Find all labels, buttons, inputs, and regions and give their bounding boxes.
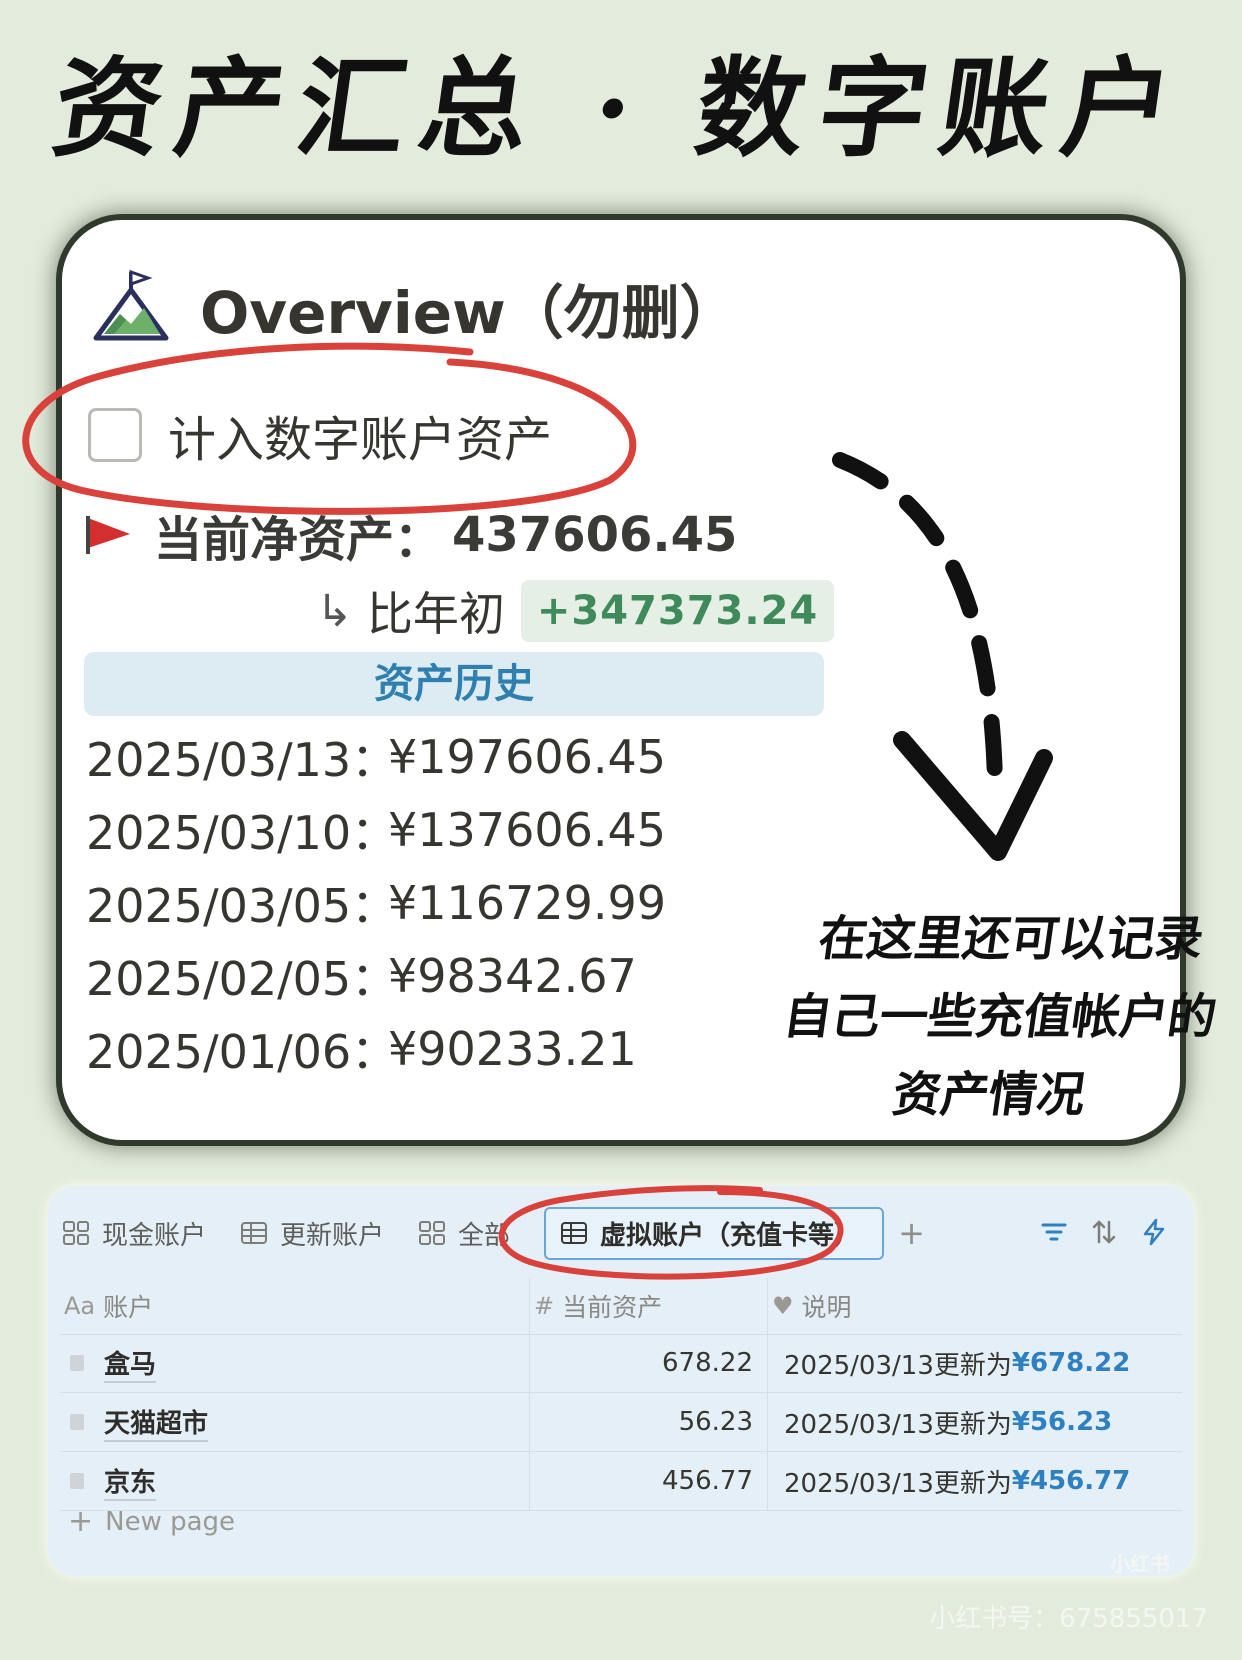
new-page-label: New page xyxy=(105,1506,236,1537)
red-flag-icon xyxy=(86,516,130,554)
table-body: 盒马 678.22 2025/03/13更新为 ¥678.22 天猫超市 56.… xyxy=(60,1334,1182,1511)
watermark-id: 小红书号：675855017 xyxy=(929,1604,1208,1634)
red-highlight-circle xyxy=(498,1185,844,1280)
page-icon xyxy=(70,1355,84,1371)
page-icon xyxy=(70,1473,84,1489)
note-line: 自己一些充值帐户的 xyxy=(780,989,1220,1045)
heart-icon: ♥ xyxy=(772,1292,794,1320)
history-row: 2025/02/05： ¥98342.67 xyxy=(86,939,666,1012)
note-line: 资产情况 xyxy=(889,1067,1089,1123)
automation-bolt-icon[interactable] xyxy=(1140,1218,1168,1246)
history-amount: ¥90233.21 xyxy=(388,1021,637,1076)
account-name[interactable]: 天猫超市 xyxy=(104,1403,209,1442)
cell-account[interactable]: 盒马 xyxy=(60,1334,530,1392)
cell-notes[interactable]: 2025/03/13更新为 ¥678.22 xyxy=(768,1334,1182,1392)
compare-label: 比年初 xyxy=(366,587,505,641)
add-view-button[interactable]: + xyxy=(898,1214,925,1252)
column-label: 说明 xyxy=(801,1293,852,1322)
table-row[interactable]: 盒马 678.22 2025/03/13更新为 ¥678.22 xyxy=(60,1334,1182,1393)
table-icon xyxy=(241,1222,268,1244)
year-start-compare-row: ↳ 比年初 +347373.24 xyxy=(316,578,835,644)
history-amount: ¥98342.67 xyxy=(388,948,637,1003)
watermark-logo: 小红书 xyxy=(1110,1552,1170,1576)
cell-current-assets[interactable]: 56.23 xyxy=(530,1393,768,1451)
cell-current-assets[interactable]: 456.77 xyxy=(530,1452,768,1510)
plus-icon: + xyxy=(68,1504,94,1539)
red-highlight-circle xyxy=(22,342,637,515)
table-row[interactable]: 京东 456.77 2025/03/13更新为 ¥456.77 xyxy=(60,1452,1182,1511)
banner-title: 资产汇总 · 数字账户 xyxy=(45,46,1194,172)
note-prefix: 2025/03/13更新为 xyxy=(784,1468,1012,1499)
return-arrow-icon: ↳ xyxy=(316,585,353,637)
gallery-icon xyxy=(419,1221,446,1245)
history-amount: ¥197606.45 xyxy=(388,729,667,784)
column-header-account[interactable]: Aa 账户 xyxy=(60,1278,530,1334)
history-date: 2025/03/10： xyxy=(86,805,398,860)
number-type-icon: # xyxy=(534,1292,555,1320)
tab-update-accounts[interactable]: 更新账户 xyxy=(240,1215,384,1252)
account-name[interactable]: 盒马 xyxy=(104,1344,157,1383)
tab-label: 更新账户 xyxy=(280,1220,385,1251)
history-date: 2025/03/13： xyxy=(86,732,398,787)
note-amount: ¥456.77 xyxy=(1011,1466,1131,1496)
tab-cash-accounts[interactable]: 现金账户 xyxy=(62,1215,206,1252)
history-amount: ¥137606.45 xyxy=(388,802,667,857)
note-prefix: 2025/03/13更新为 xyxy=(784,1350,1012,1381)
tab-label: 现金账户 xyxy=(102,1220,207,1251)
sort-icon[interactable] xyxy=(1090,1218,1118,1246)
history-date: 2025/01/06： xyxy=(86,1024,398,1079)
history-date: 2025/03/05： xyxy=(86,878,398,933)
history-row: 2025/03/05： ¥116729.99 xyxy=(86,866,666,939)
cell-account[interactable]: 京东 xyxy=(60,1452,530,1510)
asset-history-header[interactable]: 资产历史 xyxy=(84,652,824,716)
asset-history-list: 2025/03/13： ¥197606.45 2025/03/10： ¥1376… xyxy=(86,720,666,1085)
note-prefix: 2025/03/13更新为 xyxy=(784,1409,1012,1440)
column-label: 当前资产 xyxy=(562,1293,663,1322)
table-row[interactable]: 天猫超市 56.23 2025/03/13更新为 ¥56.23 xyxy=(60,1393,1182,1452)
page-icon xyxy=(70,1414,84,1430)
filter-icon[interactable] xyxy=(1040,1218,1068,1246)
column-label: 账户 xyxy=(103,1293,154,1322)
handwritten-note: 在这里还可以记录 自己一些充值帐户的 资产情况 xyxy=(764,900,1237,1134)
note-amount: ¥56.23 xyxy=(1011,1407,1113,1437)
toolbar xyxy=(1018,1218,1168,1246)
cell-current-assets[interactable]: 678.22 xyxy=(530,1334,768,1392)
text-type-icon: Aa xyxy=(64,1292,96,1320)
history-row: 2025/03/13： ¥197606.45 xyxy=(86,720,666,793)
note-line: 在这里还可以记录 xyxy=(815,911,1207,967)
gallery-icon xyxy=(63,1221,89,1245)
history-date: 2025/02/05： xyxy=(86,951,398,1006)
account-name[interactable]: 京东 xyxy=(104,1462,157,1501)
cell-notes[interactable]: 2025/03/13更新为 ¥56.23 xyxy=(768,1393,1182,1451)
compare-value-badge: +347373.24 xyxy=(520,580,835,642)
new-page-button[interactable]: + New page xyxy=(68,1504,235,1539)
history-row: 2025/03/10： ¥137606.45 xyxy=(86,793,666,866)
note-amount: ¥678.22 xyxy=(1011,1348,1131,1378)
dashed-arrow-icon xyxy=(832,452,1053,861)
cell-notes[interactable]: 2025/03/13更新为 ¥456.77 xyxy=(768,1452,1182,1510)
cell-account[interactable]: 天猫超市 xyxy=(60,1393,530,1451)
history-row: 2025/01/06： ¥90233.21 xyxy=(86,1012,666,1085)
history-amount: ¥116729.99 xyxy=(388,875,667,930)
